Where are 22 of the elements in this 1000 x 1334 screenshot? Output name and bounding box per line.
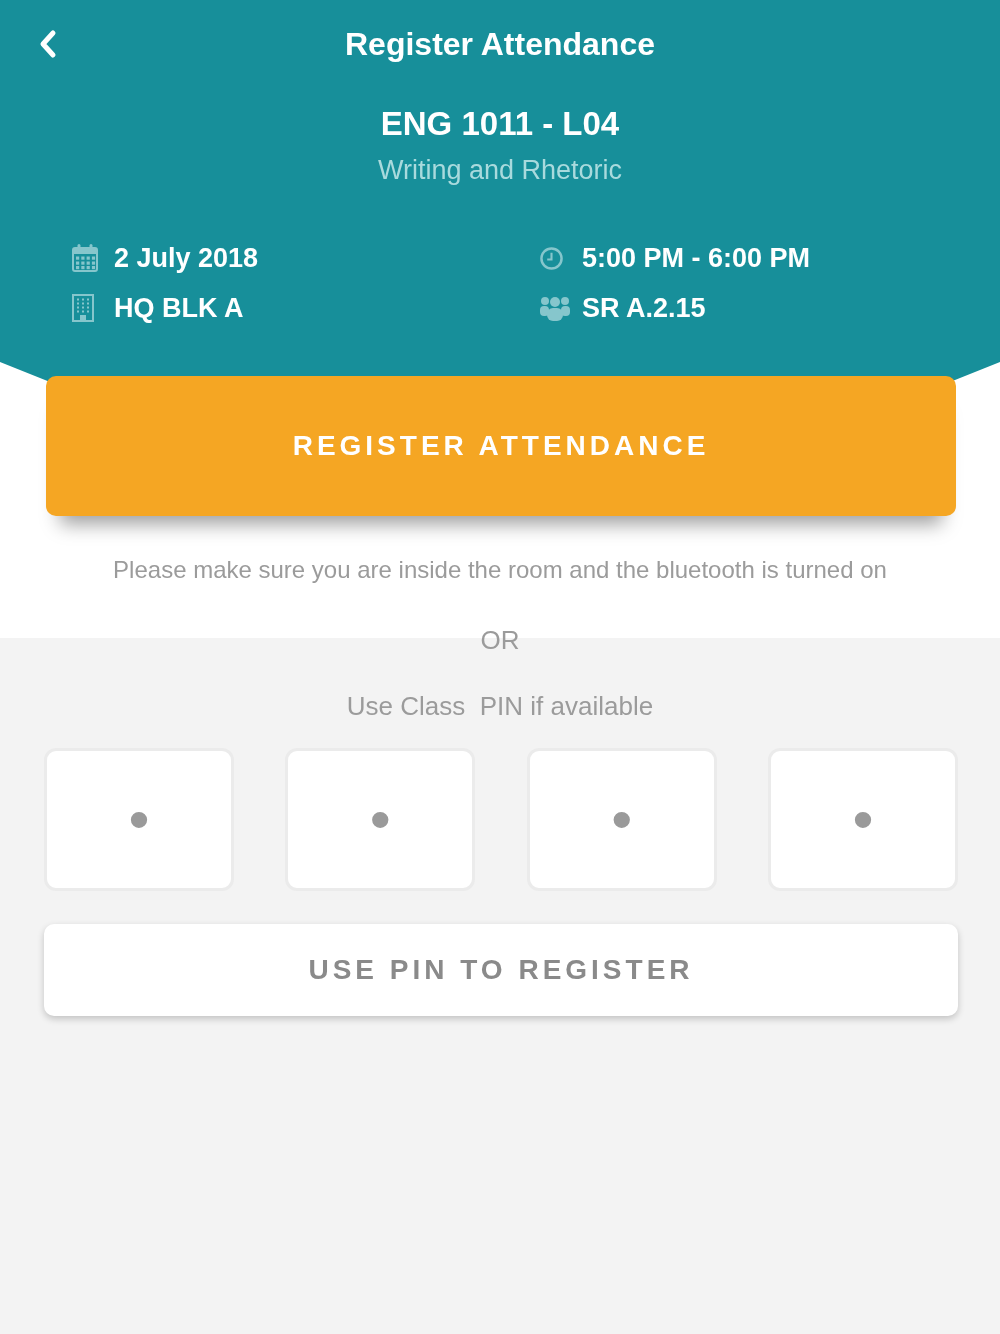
pin-field[interactable]: • (285, 748, 476, 891)
building-text: HQ BLK A (114, 292, 244, 325)
back-button[interactable] (38, 29, 58, 59)
register-attendance-button[interactable]: REGISTER ATTENDANCE (46, 376, 956, 516)
chevron-left-icon (38, 29, 58, 59)
building-icon (72, 294, 94, 322)
use-pin-button[interactable]: USE PIN TO REGISTER (44, 924, 958, 1016)
pin-field[interactable]: • (526, 748, 717, 891)
pin-field[interactable]: • (44, 748, 234, 891)
room-text: SR A.2.15 (582, 292, 706, 325)
or-separator: OR (480, 624, 520, 657)
course-code: ENG 1011 - L04 (380, 104, 620, 144)
bluetooth-notice: Please make sure you are inside the room and the bluetooth is turned on (113, 555, 887, 585)
date-text: 2 July 2018 (114, 242, 259, 275)
time-text: 5:00 PM - 6:00 PM (582, 242, 811, 275)
clock-icon (540, 246, 563, 270)
pin-prompt: Use Class PIN if available (346, 690, 654, 723)
screen-title: Register Attendance (345, 25, 655, 64)
course-name: Writing and Rhetoric (377, 154, 623, 187)
calendar-icon (72, 244, 98, 272)
group-icon (540, 295, 570, 321)
pin-field[interactable]: • (768, 748, 958, 891)
